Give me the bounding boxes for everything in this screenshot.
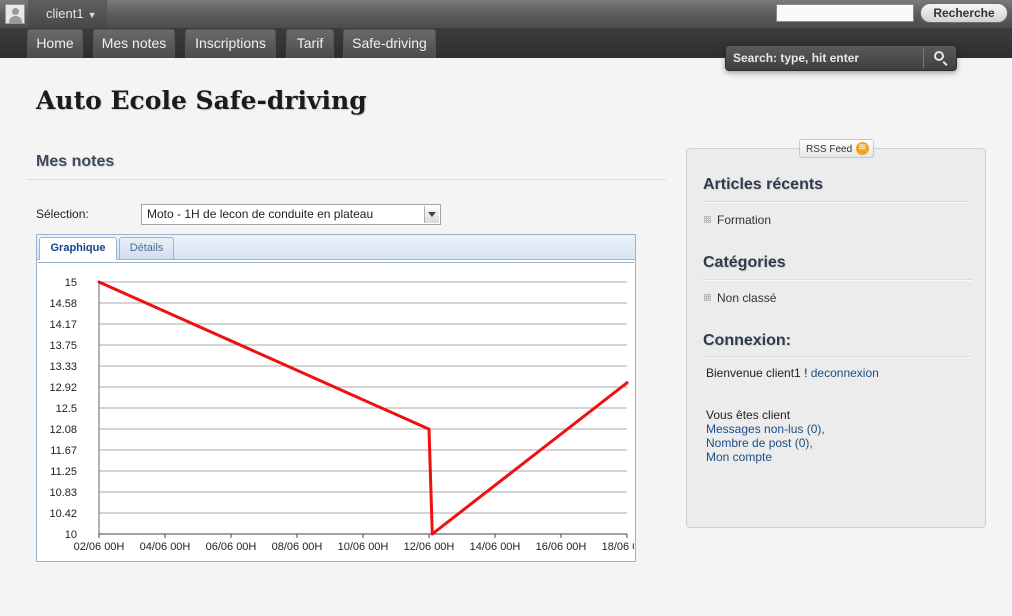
data-point bbox=[97, 280, 101, 284]
y-tick-label: 14.58 bbox=[49, 298, 77, 310]
nav-tab-mes-notes[interactable]: Mes notes bbox=[93, 29, 175, 58]
x-tick-label: 14/06 00H bbox=[470, 541, 521, 553]
user-name: client1 bbox=[46, 6, 84, 21]
rss-icon bbox=[856, 138, 870, 157]
title-divider bbox=[26, 179, 666, 180]
data-point bbox=[427, 427, 431, 431]
y-tick-label: 13.33 bbox=[49, 361, 77, 373]
post-count-link[interactable]: Nombre de post (0), bbox=[706, 436, 813, 450]
y-tick-label: 10.42 bbox=[49, 508, 77, 520]
y-tick-label: 12.92 bbox=[49, 382, 77, 394]
x-tick-label: 04/06 00H bbox=[140, 541, 191, 553]
post-count-text[interactable]: Nombre de post (0) bbox=[706, 436, 809, 450]
nav-tab-home[interactable]: Home bbox=[27, 29, 83, 58]
search-divider bbox=[923, 48, 924, 68]
list-item[interactable]: Formation bbox=[704, 213, 771, 227]
list-item[interactable]: Non classé bbox=[704, 291, 776, 305]
admin-bar: client1 ▼ Recherche bbox=[0, 0, 1012, 29]
selection-label: Sélection: bbox=[36, 207, 89, 221]
line-chart: 15 14.58 14.17 13.75 13.33 12.92 12.5 12.08 11.6… bbox=[49, 277, 652, 553]
y-tick-label: 10 bbox=[65, 529, 77, 541]
admin-search-input[interactable] bbox=[776, 4, 914, 22]
recent-posts-heading: Articles récents bbox=[703, 176, 824, 193]
x-tick-label: 06/06 00H bbox=[206, 541, 257, 553]
y-tick-label: 11.25 bbox=[50, 466, 77, 478]
x-tick-label: 08/06 00H bbox=[272, 541, 323, 553]
tab-graphique[interactable]: Graphique bbox=[39, 237, 117, 260]
admin-search-button[interactable]: Recherche bbox=[920, 3, 1008, 23]
x-tick-label: 10/06 00H bbox=[338, 541, 389, 553]
y-tick-label: 14.17 bbox=[49, 319, 77, 331]
categories-heading: Catégories bbox=[703, 254, 786, 271]
chevron-down-icon: ▼ bbox=[87, 10, 97, 20]
welcome-line: Bienvenue client1 ! deconnexion bbox=[706, 366, 879, 380]
avatar[interactable] bbox=[5, 4, 25, 24]
x-tick-label: 16/06 00H bbox=[536, 541, 587, 553]
nav-tab-safe-driving[interactable]: Safe-driving bbox=[343, 29, 436, 58]
bullet-icon bbox=[704, 216, 711, 224]
rss-feed-button[interactable]: RSS Feed bbox=[799, 138, 875, 158]
selection-dropdown[interactable]: Moto - 1H de lecon de conduite en platea… bbox=[141, 204, 441, 225]
user-menu[interactable]: client1 ▼ bbox=[28, 0, 107, 28]
panel-tab-strip: Graphique Détails bbox=[37, 235, 635, 260]
tab-details[interactable]: Détails bbox=[119, 237, 174, 259]
site-title[interactable]: Auto Ecole Safe-driving bbox=[36, 86, 367, 115]
selection-value: Moto - 1H de lecon de conduite en platea… bbox=[147, 207, 374, 221]
x-tick-label: 02/06 00H bbox=[74, 541, 125, 553]
recent-posts-divider bbox=[702, 201, 972, 203]
x-tick-label: 18/06 00H bbox=[602, 541, 634, 553]
my-account-link[interactable]: Mon compte bbox=[706, 450, 772, 464]
y-tick-label: 10.83 bbox=[49, 487, 77, 499]
logout-link[interactable]: deconnexion bbox=[811, 366, 879, 380]
data-point bbox=[625, 381, 629, 385]
y-tick-label: 11.67 bbox=[50, 445, 77, 457]
rss-label: RSS Feed bbox=[806, 144, 853, 155]
welcome-text: Bienvenue client1 ! bbox=[706, 366, 808, 380]
unread-messages-link[interactable]: Messages non-lus (0), bbox=[706, 422, 825, 436]
category-link[interactable]: Non classé bbox=[717, 291, 776, 305]
y-tick-label: 15 bbox=[65, 277, 77, 289]
recent-post-link[interactable]: Formation bbox=[717, 213, 771, 227]
site-search[interactable]: Search: type, hit enter bbox=[725, 45, 957, 71]
login-heading: Connexion: bbox=[703, 332, 791, 349]
page-title: Mes notes bbox=[36, 153, 115, 170]
chart-panel: Graphique Détails 15 14.58 14.17 13.75 13.33… bbox=[36, 234, 652, 562]
user-status: Vous êtes client bbox=[706, 408, 791, 422]
chevron-down-icon[interactable] bbox=[424, 206, 439, 223]
bullet-icon bbox=[704, 294, 711, 302]
login-divider bbox=[702, 356, 972, 358]
nav-tab-tarif[interactable]: Tarif bbox=[286, 29, 334, 58]
y-tick-label: 13.75 bbox=[49, 340, 77, 352]
nav-tab-inscriptions[interactable]: Inscriptions bbox=[185, 29, 276, 58]
y-tick-label: 12.08 bbox=[49, 424, 77, 436]
categories-divider bbox=[702, 279, 972, 281]
chart-area: 15 14.58 14.17 13.75 13.33 12.92 12.5 12.08 11.6… bbox=[38, 262, 652, 562]
data-point bbox=[430, 532, 434, 536]
unread-messages-text[interactable]: Messages non-lus (0) bbox=[706, 422, 821, 436]
x-tick-label: 12/06 00H bbox=[404, 541, 455, 553]
y-tick-label: 12.5 bbox=[56, 403, 77, 415]
search-icon[interactable] bbox=[934, 51, 944, 61]
site-search-input[interactable]: Search: type, hit enter bbox=[733, 46, 859, 70]
